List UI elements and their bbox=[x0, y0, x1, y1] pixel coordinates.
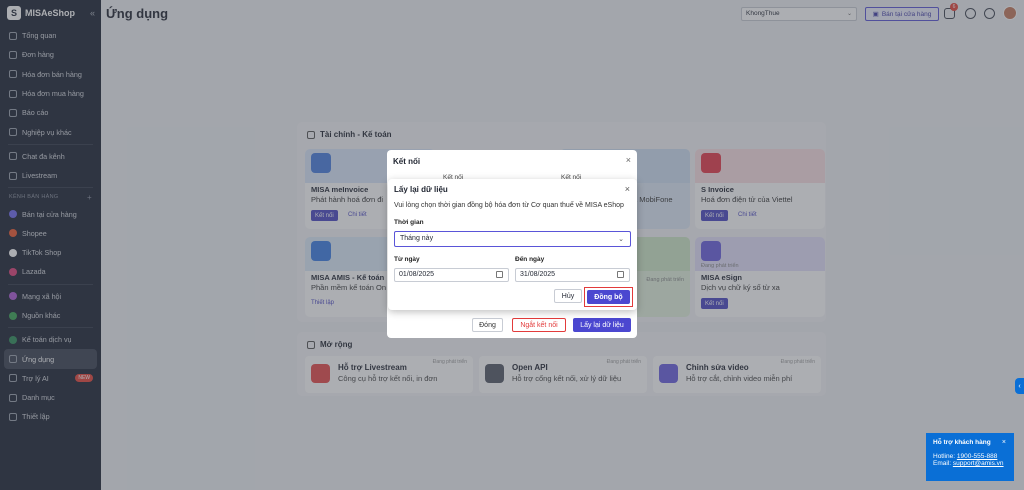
cancel-button[interactable]: Hủy bbox=[554, 289, 582, 303]
from-date-input[interactable]: 01/08/2025 bbox=[394, 268, 509, 282]
calendar-icon[interactable] bbox=[617, 271, 624, 278]
connect-dialog-title: Kết nối bbox=[393, 157, 421, 166]
support-widget: Hỗ trợ khách hàng × Hotline: 1900-555-88… bbox=[926, 433, 1014, 481]
period-select[interactable]: Tháng này ⌄ bbox=[394, 231, 631, 247]
to-date-input[interactable]: 31/08/2025 bbox=[515, 268, 630, 282]
from-date-label: Từ ngày bbox=[394, 256, 420, 263]
period-value: Tháng này bbox=[400, 235, 434, 242]
period-label: Thời gian bbox=[394, 219, 424, 226]
disconnect-button[interactable]: Ngắt kết nối bbox=[512, 318, 566, 332]
dialog-title: Lấy lại dữ liệu bbox=[394, 185, 448, 194]
email-label: Email: bbox=[933, 460, 952, 467]
email-row: Email: support@amis.vn bbox=[933, 460, 1007, 467]
close-button[interactable]: Đóng bbox=[472, 318, 503, 332]
calendar-icon[interactable] bbox=[496, 271, 503, 278]
hotline-label: Hotline: bbox=[933, 453, 956, 460]
reload-data-dialog: Lấy lại dữ liệu × Vui lòng chọn thời gia… bbox=[388, 179, 637, 310]
email-link[interactable]: support@amis.vn bbox=[953, 460, 1004, 467]
close-icon[interactable]: × bbox=[626, 155, 631, 165]
support-title: Hỗ trợ khách hàng bbox=[933, 439, 991, 446]
from-date-value: 01/08/2025 bbox=[399, 271, 435, 278]
close-icon[interactable]: × bbox=[1002, 439, 1006, 446]
close-icon[interactable]: × bbox=[625, 184, 630, 194]
reload-data-button[interactable]: Lấy lại dữ liệu bbox=[573, 318, 631, 332]
sync-button[interactable]: Đồng bộ bbox=[587, 290, 630, 304]
to-date-value: 31/08/2025 bbox=[520, 271, 556, 278]
chevron-down-icon: ⌄ bbox=[618, 236, 624, 243]
to-date-label: Đến ngày bbox=[515, 256, 545, 263]
hotline-link[interactable]: 1900-555-888 bbox=[957, 453, 997, 460]
hotline-row: Hotline: 1900-555-888 bbox=[933, 453, 1007, 460]
chevron-left-icon[interactable]: ‹ bbox=[1015, 378, 1024, 394]
dialog-description: Vui lòng chọn thời gian đồng bộ hóa đơn … bbox=[394, 202, 624, 209]
